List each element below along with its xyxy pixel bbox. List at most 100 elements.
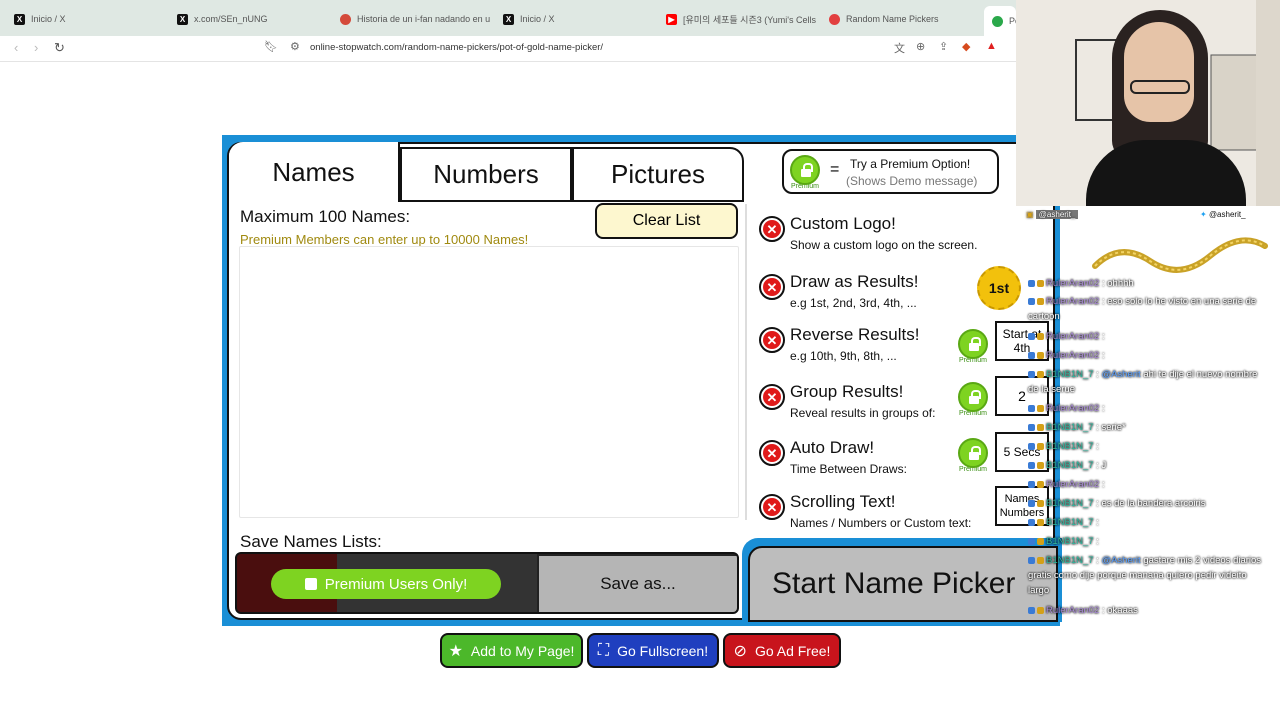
badge-icon: [1037, 297, 1044, 305]
chat-username[interactable]: RulerAran02: [1046, 479, 1099, 490]
reload-icon[interactable]: ↻: [54, 40, 65, 56]
save-lists-label: Save Names Lists:: [240, 532, 382, 551]
option-title: Auto Draw!: [790, 438, 875, 457]
chat-username[interactable]: B1NB1N_7: [1046, 555, 1094, 566]
chat-username[interactable]: B1NB1N_7: [1046, 422, 1094, 433]
start-name-picker-button[interactable]: Start Name Picker: [748, 546, 1058, 622]
chat-message: B1NB1N_7 : es de la bandera arcoiris: [1028, 496, 1270, 511]
badge-icon: [1037, 351, 1044, 359]
shield-icon[interactable]: ◆: [962, 40, 970, 53]
save-lists-bar: Premium Users Only! Save as...: [235, 552, 739, 614]
browser-tab-label: Po: [1009, 16, 1016, 26]
names-input[interactable]: [239, 246, 739, 518]
badge-icon: [1028, 370, 1035, 378]
chat-username[interactable]: RulerAran02: [1046, 278, 1099, 289]
fullscreen-button[interactable]: ⛶ Go Fullscreen!: [587, 633, 719, 668]
save-as-button[interactable]: Save as...: [539, 556, 737, 612]
option-auto-draw[interactable]: ✕ Auto Draw! Time Between Draws: Premium…: [759, 432, 1059, 486]
badge-icon: [1028, 480, 1035, 488]
browser-tab[interactable]: X x.com/SEn_nUNG: [177, 8, 327, 30]
ad-free-label: Go Ad Free!: [754, 642, 831, 659]
premium-only-badge[interactable]: Premium Users Only!: [271, 569, 501, 599]
browser-tab[interactable]: X Inicio / X: [14, 8, 164, 30]
chat-message: RulerAran02 :: [1028, 401, 1270, 416]
badge-icon: [1028, 518, 1035, 526]
option-subtitle: Time Between Draws:: [790, 462, 907, 476]
address-bar[interactable]: online-stopwatch.com/random-name-pickers…: [310, 42, 603, 53]
browser-tab[interactable]: ▶ [유미의 세포들 시즌3 (Yumi's Cells 3): [666, 8, 816, 30]
badge-icon: [1028, 423, 1035, 431]
chat-username[interactable]: RulerAran02: [1046, 331, 1099, 342]
option-group-results[interactable]: ✕ Group Results! Reveal results in group…: [759, 376, 1059, 430]
browser-tab[interactable]: Random Name Pickers: [829, 8, 979, 30]
chat-username[interactable]: RulerAran02: [1046, 296, 1099, 307]
chat-message: B1NB1N_7 : @Asherit ahi te dije el nuevo…: [1028, 367, 1270, 397]
chat-username[interactable]: RulerAran02: [1046, 403, 1099, 414]
badge-icon: [1028, 351, 1035, 359]
chat-message: B1NB1N_7 : J: [1028, 458, 1270, 473]
back-icon[interactable]: ‹: [14, 40, 18, 55]
forward-icon[interactable]: ›: [34, 40, 38, 55]
chat-message: B1NB1N_7 : serie*: [1028, 420, 1270, 435]
zoom-icon[interactable]: ⊕: [916, 40, 925, 53]
chat-separator: :: [1093, 441, 1099, 452]
option-reverse-results[interactable]: ✕ Reverse Results! e.g 10th, 9th, 8th, .…: [759, 321, 1059, 373]
chat-username[interactable]: RulerAran02: [1046, 350, 1099, 361]
option-title: Scrolling Text!: [790, 492, 896, 511]
badge-icon: [1028, 332, 1035, 340]
chat-username[interactable]: RulerAran02: [1046, 605, 1099, 616]
chat-separator: :: [1099, 350, 1105, 361]
share-icon[interactable]: ⇪: [939, 40, 948, 53]
ad-free-button[interactable]: ⊘ Go Ad Free!: [723, 633, 841, 668]
badge-icon: [1037, 423, 1044, 431]
badge-icon: [1037, 537, 1044, 545]
chat-message: B1NB1N_7 :: [1028, 515, 1270, 530]
twitter-bird-icon: ✦: [1200, 210, 1207, 219]
tab-names[interactable]: Names: [229, 142, 400, 202]
chat-username[interactable]: B1NB1N_7: [1046, 460, 1094, 471]
option-title: Custom Logo!: [790, 214, 896, 233]
option-custom-logo[interactable]: ✕ Custom Logo! Show a custom logo on the…: [759, 212, 1059, 262]
browser-tab[interactable]: Historia de un i-fan nadando en un: [340, 8, 490, 30]
stopwatch-icon: [992, 15, 1003, 27]
badge-icon: [1037, 461, 1044, 469]
clear-list-button[interactable]: Clear List: [595, 203, 738, 239]
alert-icon[interactable]: ▲: [986, 40, 997, 52]
stream-handle-right: ✦ @asherit_: [1200, 210, 1246, 219]
chat-message: RulerAran02 : eso solo lo he visto en un…: [1028, 294, 1270, 324]
chat-username[interactable]: B1NB1N_7: [1046, 369, 1094, 380]
badge-icon: [1028, 297, 1035, 305]
twitch-icon: ▣: [1026, 210, 1034, 219]
max-names-label: Maximum 100 Names:: [240, 207, 411, 226]
option-subtitle: Names / Numbers or Custom text:: [790, 516, 972, 530]
tab-pictures[interactable]: Pictures: [572, 147, 744, 202]
chat-username[interactable]: B1NB1N_7: [1046, 498, 1094, 509]
option-subtitle: Reveal results in groups of:: [790, 406, 936, 420]
tab-numbers[interactable]: Numbers: [400, 147, 572, 202]
browser-tab-label: Random Name Pickers: [846, 14, 939, 24]
add-to-page-button[interactable]: ★ Add to My Page!: [440, 633, 583, 668]
chat-separator: :: [1099, 331, 1105, 342]
site-info-icon[interactable]: ⚙: [290, 40, 300, 53]
chat-username[interactable]: B1NB1N_7: [1046, 517, 1094, 528]
chat-username[interactable]: B1NB1N_7: [1046, 536, 1094, 547]
chat-text: okaaas: [1107, 605, 1138, 616]
disabled-x-icon: ✕: [759, 494, 785, 520]
badge-icon: [1037, 480, 1044, 488]
browser-tab-active[interactable]: Po: [984, 6, 1016, 36]
option-draw-results[interactable]: ✕ Draw as Results! e.g 1st, 2nd, 3rd, 4t…: [759, 266, 1059, 320]
chat-message: B1NB1N_7 :: [1028, 534, 1270, 549]
badge-icon: [1028, 442, 1035, 450]
no-ads-icon: ⊘: [733, 642, 747, 660]
premium-promo-bubble[interactable]: Premium = Try a Premium Option! (Shows D…: [782, 149, 999, 194]
chat-username[interactable]: B1NB1N_7: [1046, 441, 1094, 452]
premium-lock: Premium: [958, 329, 988, 364]
premium-note: Premium Members can enter up to 10000 Na…: [240, 232, 529, 247]
start-picker-frame: Start Name Picker: [742, 538, 1062, 622]
browser-tab[interactable]: X Inicio / X: [503, 8, 653, 30]
stopwatch-icon: [829, 13, 840, 25]
option-scrolling-text[interactable]: ✕ Scrolling Text! Names / Numbers or Cus…: [759, 486, 1059, 540]
translate-icon[interactable]: 文: [894, 40, 905, 56]
stream-handle-left: ▣ @asherit_: [1026, 210, 1079, 219]
bookmark-icon[interactable]: 🔖︎: [264, 40, 278, 53]
